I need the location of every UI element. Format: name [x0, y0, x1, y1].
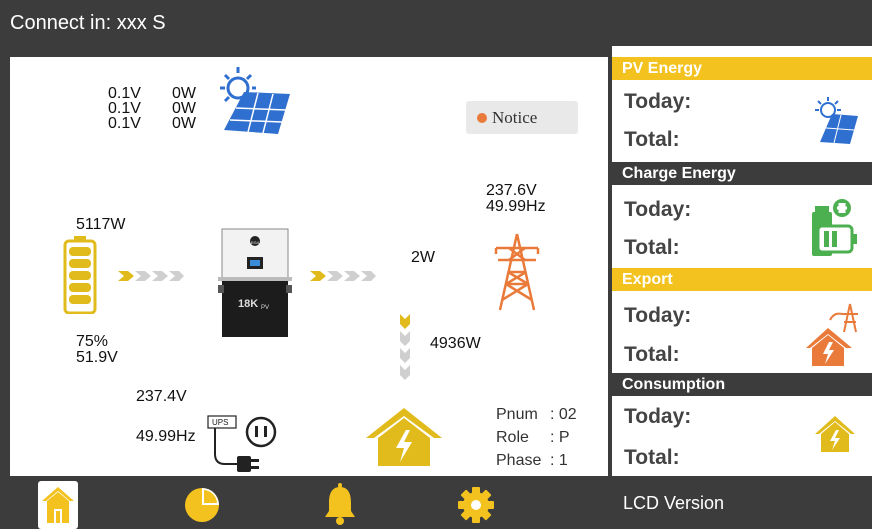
pv-energy-header: PV Energy	[612, 57, 872, 80]
pnum-value: : 02	[550, 406, 577, 423]
battery-soc: 75%	[76, 333, 109, 350]
top-bar: Connect in: xxx S	[0, 0, 872, 46]
home-nav-button[interactable]	[38, 481, 78, 529]
inverter-logo: EG4	[251, 240, 260, 245]
load-flow-arrows	[400, 314, 410, 380]
battery-power: 5117W	[76, 216, 126, 233]
inverter-icon: 18K PV EG4	[218, 227, 292, 339]
inverter-model-sub: PV	[261, 305, 269, 311]
ups-voltage: 237.4V	[136, 388, 187, 405]
tower-icon	[494, 233, 540, 311]
consumption-total-label: Total:	[624, 446, 680, 469]
phase-label: Phase	[496, 452, 542, 469]
sun-panel-icon	[220, 67, 290, 134]
notice-dot-icon	[477, 113, 487, 123]
load-power: 4936W	[430, 335, 481, 352]
battery-flow-arrows	[118, 271, 184, 281]
grid-frequency: 49.99Hz	[486, 198, 546, 215]
export-header: Export	[612, 268, 872, 291]
battery-icon	[63, 236, 97, 314]
grid-voltage: 237.6V	[486, 182, 537, 199]
consumption-house-icon	[815, 416, 855, 452]
lcd-version-label: LCD Version	[623, 493, 725, 513]
role-label: Role	[496, 429, 529, 446]
ups-badge: UPS	[212, 418, 228, 427]
pv-energy-icon	[815, 97, 858, 144]
notice-button[interactable]: Notice	[466, 101, 578, 134]
consumption-header: Consumption	[612, 373, 872, 396]
pv-total-label: Total:	[624, 128, 680, 151]
grid-power: 2W	[411, 249, 435, 266]
pv-voltage-3: 0.1V	[108, 115, 141, 132]
ups-frequency: 49.99Hz	[136, 428, 196, 445]
pv-power-3: 0W	[172, 115, 196, 132]
phase-value: : 1	[550, 452, 568, 469]
notice-label: Notice	[492, 108, 538, 127]
bottom-bar	[0, 476, 872, 529]
pie-chart-icon	[185, 488, 219, 522]
export-today-label: Today:	[624, 304, 692, 327]
export-total-label: Total:	[624, 343, 680, 366]
connect-status: Connect in: xxx S	[10, 12, 166, 34]
grid-flow-arrows	[310, 271, 376, 281]
house-icon	[366, 408, 442, 466]
notification-nav-button[interactable]	[320, 481, 360, 529]
charge-energy-header: Charge Energy	[612, 162, 872, 185]
settings-nav-button[interactable]	[456, 481, 496, 529]
inverter-model: 18K	[238, 298, 258, 310]
battery-voltage: 51.9V	[76, 349, 118, 366]
gear-icon	[458, 487, 494, 523]
role-value: : P	[550, 429, 570, 446]
charge-total-label: Total:	[624, 236, 680, 259]
charge-today-label: Today:	[624, 198, 692, 221]
export-house-tower-icon	[806, 303, 858, 366]
bell-icon	[325, 483, 355, 525]
consumption-today-label: Today:	[624, 405, 692, 428]
pv-today-label: Today:	[624, 90, 692, 113]
pnum-label: Pnum	[496, 406, 538, 423]
statistics-nav-button[interactable]	[182, 481, 222, 529]
charge-battery-icon	[812, 199, 857, 256]
ups-plug-icon: UPS	[205, 414, 285, 478]
